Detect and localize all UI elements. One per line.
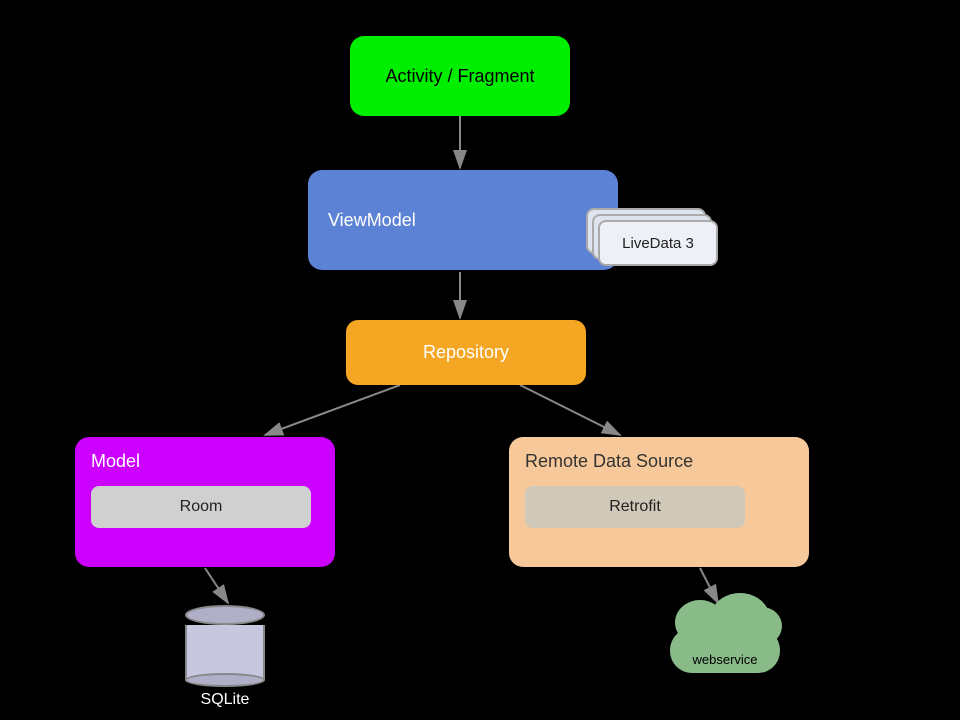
retrofit-label: Retrofit	[609, 498, 661, 516]
cylinder-bottom	[185, 673, 265, 687]
architecture-diagram: Activity / Fragment ViewModel LiveData 3…	[0, 0, 960, 720]
activity-fragment-label: Activity / Fragment	[385, 66, 534, 87]
activity-fragment-box: Activity / Fragment	[350, 36, 570, 116]
webservice-cloud: webservice	[660, 605, 790, 673]
cylinder-top	[185, 605, 265, 625]
retrofit-card: Retrofit	[525, 486, 745, 528]
cylinder-body	[185, 625, 265, 680]
cloud-bump3	[742, 607, 782, 645]
sqlite-label: SQLite	[201, 691, 250, 709]
repository-label: Repository	[423, 342, 509, 363]
livedata-card-front: LiveData 3	[598, 220, 718, 266]
model-box: Model Room	[75, 437, 335, 567]
webservice-container: webservice	[660, 605, 790, 673]
repository-box: Repository	[346, 320, 586, 385]
model-label: Model	[91, 451, 140, 472]
livedata-label: LiveData 3	[622, 235, 694, 252]
viewmodel-box: ViewModel LiveData 3	[308, 170, 618, 270]
sqlite-cylinder	[185, 605, 265, 687]
room-label: Room	[180, 498, 223, 516]
sqlite-container: SQLite	[185, 605, 265, 709]
room-card: Room	[91, 486, 311, 528]
viewmodel-label: ViewModel	[328, 210, 416, 231]
webservice-label: webservice	[660, 652, 790, 667]
remote-data-source-box: Remote Data Source Retrofit	[509, 437, 809, 567]
remote-data-source-label: Remote Data Source	[525, 451, 693, 472]
